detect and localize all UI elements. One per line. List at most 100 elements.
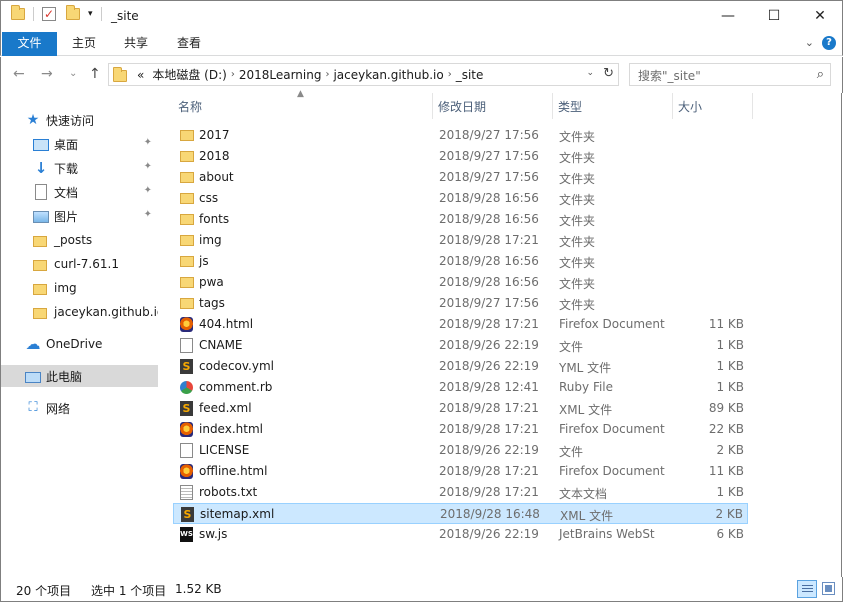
pin-icon[interactable]: ✦ xyxy=(144,185,152,196)
close-button[interactable]: ✕ xyxy=(797,1,843,32)
column-header-date[interactable]: 修改日期 xyxy=(438,93,486,119)
nav-label: 文档 xyxy=(54,185,79,200)
file-date: 2018/9/26 22:19 xyxy=(439,527,539,541)
file-type: JetBrains WebSt xyxy=(559,527,655,541)
nav-label: _posts xyxy=(54,233,93,247)
nav-item-repo[interactable]: jaceykan.github.io xyxy=(33,301,158,323)
file-size: 11 KB xyxy=(708,317,744,331)
tab-file[interactable]: 文件 xyxy=(2,32,57,56)
table-row[interactable]: index.html 2018/9/28 17:21 Firefox Documen… xyxy=(173,419,748,440)
table-row[interactable]: css 2018/9/28 16:56 文件夹 xyxy=(173,188,748,209)
large-icons-view-button[interactable] xyxy=(819,580,839,598)
breadcrumb-2018learning[interactable]: 2018Learning xyxy=(239,68,322,82)
nav-network[interactable]: ⛶ 网络 xyxy=(25,397,158,419)
tab-view[interactable]: 查看 xyxy=(177,32,201,56)
column-divider[interactable] xyxy=(432,93,433,119)
back-button[interactable]: ← xyxy=(13,66,25,82)
column-header-name[interactable]: 名称 xyxy=(178,93,202,119)
webstorm-icon: WS xyxy=(180,527,193,542)
nav-this-pc[interactable]: 此电脑 xyxy=(1,365,158,387)
help-icon[interactable]: ? xyxy=(822,36,836,50)
nav-item-pictures[interactable]: 图片 ✦ xyxy=(33,205,158,227)
breadcrumb-repo[interactable]: jaceykan.github.io xyxy=(333,68,443,82)
nav-item-img[interactable]: img xyxy=(33,277,158,299)
file-name: 2018 xyxy=(199,149,230,163)
file-type: 文件夹 xyxy=(559,277,596,291)
table-row[interactable]: offline.html 2018/9/28 17:21 Firefox Docum… xyxy=(173,461,748,482)
minimize-button[interactable]: — xyxy=(705,1,751,32)
maximize-button[interactable]: ☐ xyxy=(751,1,797,32)
table-row[interactable]: Ssitemap.xml 2018/9/28 16:48 XML 文件 2 KB xyxy=(173,503,748,524)
table-row[interactable]: CNAME 2018/9/26 22:19 文件 1 KB xyxy=(173,335,748,356)
properties-icon[interactable]: ✓ xyxy=(42,7,56,21)
chevron-right-icon[interactable]: › xyxy=(231,69,235,80)
file-type: Firefox Document xyxy=(559,317,665,331)
breadcrumb-overflow[interactable]: « xyxy=(137,68,144,82)
table-row[interactable]: Sfeed.xml 2018/9/28 17:21 XML 文件 89 KB xyxy=(173,398,748,419)
file-name: img xyxy=(199,233,222,247)
forward-button[interactable]: → xyxy=(41,66,53,82)
expand-ribbon-icon[interactable]: ⌄ xyxy=(805,36,814,49)
nav-quick-access[interactable]: ★ 快速访问 xyxy=(25,109,182,131)
search-icon[interactable]: ⌕ xyxy=(817,67,824,82)
table-row[interactable]: js 2018/9/28 16:56 文件夹 xyxy=(173,251,748,272)
pin-icon[interactable]: ✦ xyxy=(144,209,152,220)
file-date: 2018/9/28 17:21 xyxy=(439,422,539,436)
new-folder-icon[interactable] xyxy=(66,5,80,20)
table-row[interactable]: Scodecov.yml 2018/9/26 22:19 YML 文件 1 KB xyxy=(173,356,748,377)
pin-icon[interactable]: ✦ xyxy=(144,161,152,172)
folder-icon xyxy=(33,308,47,319)
customize-toolbar-icon[interactable]: ▾ xyxy=(88,9,93,19)
table-row[interactable]: WS sw.js 2018/9/26 22:19 JetBrains WebSt 6 K… xyxy=(173,524,748,545)
cloud-icon: ☁ xyxy=(25,335,41,353)
details-view-icon xyxy=(802,585,813,594)
nav-item-downloads[interactable]: ↓ 下载 ✦ xyxy=(33,157,158,179)
nav-onedrive[interactable]: ☁ OneDrive xyxy=(25,333,158,355)
file-size: 11 KB xyxy=(708,464,744,478)
table-row[interactable]: about 2018/9/27 17:56 文件夹 xyxy=(173,167,748,188)
table-row[interactable]: pwa 2018/9/28 16:56 文件夹 xyxy=(173,272,748,293)
download-icon: ↓ xyxy=(34,159,48,177)
file-name: css xyxy=(199,191,219,205)
tab-share[interactable]: 共享 xyxy=(124,32,148,56)
nav-item-posts[interactable]: _posts xyxy=(33,229,158,251)
file-size: 22 KB xyxy=(708,422,744,436)
search-input[interactable]: 搜索"_site" ⌕ xyxy=(629,63,831,86)
file-name: pwa xyxy=(199,275,224,289)
column-header-type[interactable]: 类型 xyxy=(558,93,582,119)
table-row[interactable]: comment.rb 2018/9/28 12:41 Ruby File 1 KB xyxy=(173,377,748,398)
chevron-down-icon[interactable]: ⌄ xyxy=(586,68,594,78)
table-row[interactable]: 2018 2018/9/27 17:56 文件夹 xyxy=(173,146,748,167)
column-divider[interactable] xyxy=(552,93,553,119)
table-row[interactable]: 2017 2018/9/27 17:56 文件夹 xyxy=(173,125,748,146)
table-row[interactable]: LICENSE 2018/9/26 22:19 文件 2 KB xyxy=(173,440,748,461)
table-row[interactable]: img 2018/9/28 17:21 文件夹 xyxy=(173,230,748,251)
tab-home[interactable]: 主页 xyxy=(72,32,96,56)
file-name: codecov.yml xyxy=(199,359,274,373)
file-size: 2 KB xyxy=(715,507,743,521)
file-date: 2018/9/28 17:21 xyxy=(439,485,539,499)
breadcrumb-drive[interactable]: 本地磁盘 (D:) xyxy=(152,66,226,83)
breadcrumb-site[interactable]: _site xyxy=(456,68,484,82)
table-row[interactable]: 404.html 2018/9/28 17:21 Firefox Document 1… xyxy=(173,314,748,335)
column-header-size[interactable]: 大小 xyxy=(678,93,702,119)
column-divider[interactable] xyxy=(672,93,673,119)
file-name: offline.html xyxy=(199,464,268,478)
table-row[interactable]: robots.txt 2018/9/28 17:21 文本文档 1 KB xyxy=(173,482,748,503)
nav-item-curl[interactable]: curl-7.61.1 xyxy=(33,253,158,275)
chevron-right-icon[interactable]: › xyxy=(325,69,329,80)
table-row[interactable]: fonts 2018/9/28 16:56 文件夹 xyxy=(173,209,748,230)
nav-item-desktop[interactable]: 桌面 ✦ xyxy=(33,133,158,155)
refresh-icon[interactable]: ↻ xyxy=(603,66,614,81)
table-row[interactable]: tags 2018/9/27 17:56 文件夹 xyxy=(173,293,748,314)
nav-item-documents[interactable]: 文档 ✦ xyxy=(33,181,158,203)
address-bar[interactable]: « 本地磁盘 (D:) › 2018Learning › jaceykan.gi… xyxy=(108,63,619,86)
column-divider[interactable] xyxy=(752,93,753,119)
chevron-right-icon[interactable]: › xyxy=(448,69,452,80)
firefox-icon xyxy=(180,422,193,437)
recent-locations-button[interactable]: ⌄ xyxy=(69,68,77,79)
pin-icon[interactable]: ✦ xyxy=(144,137,152,148)
up-button[interactable]: ↑ xyxy=(89,66,101,82)
details-view-button[interactable] xyxy=(797,580,817,598)
file-name: about xyxy=(199,170,234,184)
